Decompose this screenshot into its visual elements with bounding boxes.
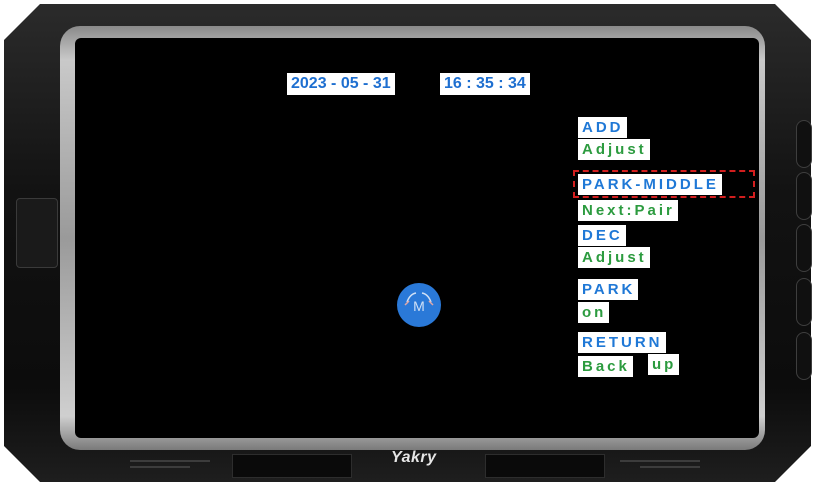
menu-item-dec-value: Adjust	[578, 247, 650, 268]
bottom-slot-left	[232, 454, 352, 478]
menu-item-add-value: Adjust	[578, 139, 650, 160]
osd-date: 2023 - 05 - 31	[287, 73, 395, 95]
display-screen	[75, 38, 759, 438]
side-button-2[interactable]	[796, 172, 812, 220]
menu-item-return-title[interactable]: RETURN	[578, 332, 666, 353]
menu-item-return-value: Back	[578, 356, 633, 377]
side-mount-tab	[16, 198, 58, 268]
side-button-1[interactable]	[796, 120, 812, 168]
side-button-5[interactable]	[796, 332, 812, 380]
bottom-groove-right-2	[640, 466, 700, 468]
menu-item-return-value-2: up	[648, 354, 680, 375]
menu-item-dec-title[interactable]: DEC	[578, 225, 626, 246]
menu-item-park-middle-title[interactable]: PARK-MIDDLE	[578, 174, 722, 195]
osd-time: 16 : 35 : 34	[440, 73, 530, 95]
bottom-groove-left-2	[130, 466, 190, 468]
menu-item-add-title[interactable]: ADD	[578, 117, 627, 138]
side-button-3[interactable]	[796, 224, 812, 272]
bottom-groove-right	[620, 460, 700, 462]
brand-logo: Yakry	[391, 449, 437, 466]
camera-mirror-m-icon[interactable]: M	[397, 283, 441, 327]
side-button-4[interactable]	[796, 278, 812, 326]
menu-item-park-middle-value: Next:Pair	[578, 200, 678, 221]
menu-item-park-value: on	[578, 302, 610, 323]
menu-item-park-title[interactable]: PARK	[578, 279, 639, 300]
bottom-slot-right	[485, 454, 605, 478]
center-icon-letter: M	[413, 298, 425, 314]
bottom-groove-left	[130, 460, 210, 462]
